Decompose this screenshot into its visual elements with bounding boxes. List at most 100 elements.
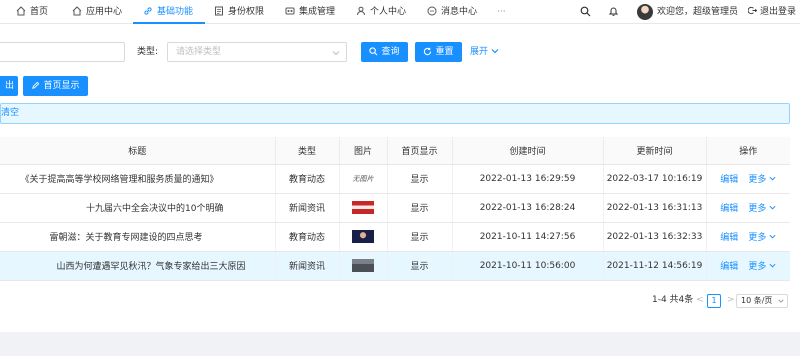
nav-item-identity[interactable]: 身份权限 <box>214 0 264 24</box>
cell-image <box>339 222 388 252</box>
cell-title: 山西为何遭遇罕见秋汛？气象专家给出三大原因 <box>0 251 276 281</box>
page-size-select[interactable]: 10 条/页 <box>736 294 788 308</box>
cell-homepage: 显示 <box>387 251 453 281</box>
cell-type: 教育动态 <box>275 222 340 252</box>
table-row[interactable]: 《关于提高高等学校网络管理和服务质量的通知》 教育动态 无图片 显示 2022-… <box>0 164 790 194</box>
pen-icon <box>32 81 40 89</box>
chevron-down-icon <box>769 234 776 239</box>
cell-title: 《关于提高高等学校网络管理和服务质量的通知》 <box>0 164 276 194</box>
reset-button[interactable]: 重置 <box>415 42 462 62</box>
more-label: 更多 <box>748 262 767 272</box>
prev-page-button[interactable]: < <box>696 292 704 308</box>
cell-homepage: 显示 <box>387 222 453 252</box>
header-image[interactable]: 图片 <box>339 137 388 165</box>
type-select[interactable]: 请选择类型 <box>167 42 347 62</box>
header-homepage[interactable]: 首页显示 <box>387 137 453 165</box>
more-label: 更多 <box>748 233 767 243</box>
more-link[interactable]: 更多 <box>748 204 776 214</box>
header-created[interactable]: 创建时间 <box>452 137 604 165</box>
expand-toggle[interactable]: 展开 <box>470 42 499 62</box>
type-select-placeholder: 请选择类型 <box>176 47 222 57</box>
top-navbar: 首页 应用中心 基础功能 身份权限 集成管理 个人中心 消息中心 ··· 欢迎您… <box>0 0 800 24</box>
cell-image: 无图片 <box>339 164 388 194</box>
title-search-input[interactable] <box>0 42 125 62</box>
more-link[interactable]: 更多 <box>748 175 776 185</box>
more-label: 更多 <box>748 175 767 185</box>
cell-updated: 2022-01-13 16:32:33 <box>603 222 707 252</box>
nav-item-integration[interactable]: 集成管理 <box>285 0 335 24</box>
cell-type: 教育动态 <box>275 164 340 194</box>
logout-icon <box>747 6 758 15</box>
cell-updated: 2022-03-17 10:16:19 <box>603 164 707 194</box>
nav-label-integration: 集成管理 <box>299 7 336 17</box>
edit-link[interactable]: 编辑 <box>720 262 738 272</box>
nav-label-home: 首页 <box>30 7 49 17</box>
logout-label: 退出登录 <box>760 7 797 17</box>
page-1-button[interactable]: 1 <box>707 294 721 308</box>
cell-actions: 编辑 更多 <box>706 193 790 223</box>
nav-label-messages: 消息中心 <box>441 7 478 17</box>
cell-created: 2022-01-13 16:29:59 <box>452 164 604 194</box>
cell-type: 新闻资讯 <box>275 193 340 223</box>
nav-item-messages[interactable]: 消息中心 <box>427 0 477 24</box>
chevron-down-icon <box>491 49 499 54</box>
cell-image <box>339 251 388 281</box>
table-row[interactable]: 十九届六中全会决议中的10个明确 新闻资讯 显示 2022-01-13 16:2… <box>0 193 790 223</box>
news-table: 标题 类型 图片 首页显示 创建时间 更新时间 操作 《关于提高高等学校网络管理… <box>0 137 790 281</box>
header-actions: 操作 <box>706 137 790 165</box>
homepage-display-button[interactable]: 首页显示 <box>23 76 88 96</box>
export-button[interactable]: 出 <box>0 76 18 96</box>
nav-item-apps[interactable]: 应用中心 <box>72 0 122 24</box>
selection-alert: 清空 <box>0 103 790 124</box>
edit-link[interactable]: 编辑 <box>720 175 738 185</box>
nav-item-home[interactable]: 首页 <box>16 0 48 24</box>
message-icon <box>427 6 437 16</box>
cell-homepage: 显示 <box>387 164 453 194</box>
more-link[interactable]: 更多 <box>748 262 776 272</box>
thumbnail-image[interactable] <box>352 259 374 272</box>
clear-selection-link[interactable]: 清空 <box>1 108 19 118</box>
nav-item-personal[interactable]: 个人中心 <box>356 0 406 24</box>
cell-title: 雷朝滋：关于教育专网建设的四点思考 <box>0 222 276 252</box>
welcome-text: 欢迎您，超级管理员 <box>657 7 739 17</box>
type-label: 类型: <box>137 47 159 57</box>
edit-link[interactable]: 编辑 <box>720 233 738 243</box>
more-label: 更多 <box>748 204 767 214</box>
id-icon <box>215 6 223 16</box>
chevron-down-icon <box>332 51 340 56</box>
cell-actions: 编辑 更多 <box>706 164 790 194</box>
query-button[interactable]: 查询 <box>361 42 408 62</box>
more-link[interactable]: 更多 <box>748 233 776 243</box>
header-title[interactable]: 标题 <box>0 137 276 165</box>
cell-actions: 编辑 更多 <box>706 222 790 252</box>
table-header-row: 标题 类型 图片 首页显示 创建时间 更新时间 操作 <box>0 137 790 165</box>
search-icon[interactable] <box>580 6 591 17</box>
bell-icon[interactable] <box>608 6 619 17</box>
cell-actions: 编辑 更多 <box>706 251 790 281</box>
edit-link[interactable]: 编辑 <box>720 204 738 214</box>
page-footer-area <box>0 332 800 356</box>
header-updated[interactable]: 更新时间 <box>603 137 707 165</box>
table-row[interactable]: 山西为何遭遇罕见秋汛？气象专家给出三大原因 新闻资讯 显示 2021-10-11… <box>0 251 790 281</box>
next-page-button[interactable]: > <box>727 292 735 308</box>
export-label: 出 <box>4 81 14 91</box>
user-icon <box>357 6 365 16</box>
home-icon <box>16 6 26 16</box>
no-image-text: 无图片 <box>352 174 374 183</box>
avatar[interactable] <box>637 4 653 20</box>
cell-created: 2022-01-13 16:28:24 <box>452 193 604 223</box>
homepage-display-label: 首页显示 <box>43 81 80 91</box>
logout-link[interactable]: 退出登录 <box>747 0 797 24</box>
header-type[interactable]: 类型 <box>275 137 340 165</box>
nav-more[interactable]: ··· <box>497 0 506 24</box>
app-icon <box>72 6 82 16</box>
cell-created: 2021-10-11 14:27:56 <box>452 222 604 252</box>
thumbnail-image[interactable] <box>352 230 374 243</box>
chevron-down-icon <box>769 263 776 268</box>
reset-label: 重置 <box>435 47 454 57</box>
nav-item-basic[interactable]: 基础功能 <box>132 0 206 24</box>
cell-created: 2021-10-11 10:56:00 <box>452 251 604 281</box>
thumbnail-image[interactable] <box>352 201 374 214</box>
table-row[interactable]: 雷朝滋：关于教育专网建设的四点思考 教育动态 显示 2021-10-11 14:… <box>0 222 790 252</box>
cell-homepage: 显示 <box>387 193 453 223</box>
